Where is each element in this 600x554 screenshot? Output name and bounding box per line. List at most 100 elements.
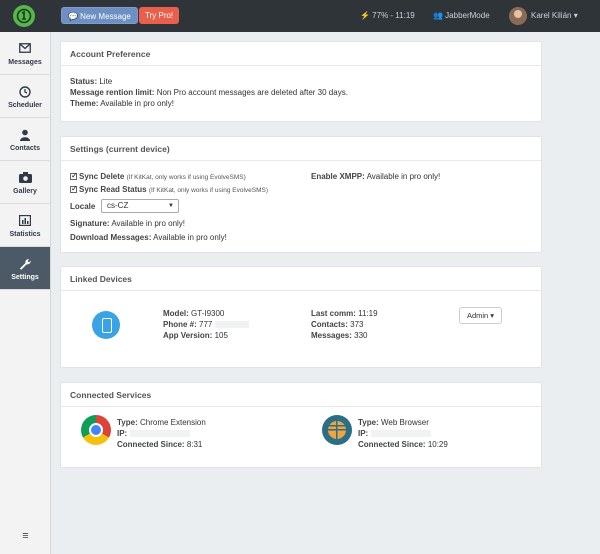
signature-label: Signature: (70, 219, 110, 228)
caret-down-icon: ▼ (168, 203, 174, 209)
last-comm-row: Last comm: 11:19 (311, 308, 378, 319)
top-bar: 💬 New Message Try Pro! ⚡ 77% - 11:19 👥 J… (0, 0, 600, 32)
user-icon (0, 129, 50, 142)
contacts-row: Contacts: 373 (311, 319, 363, 330)
retention-value: Non Pro account messages are deleted aft… (156, 88, 348, 97)
signature-value: Available in pro only! (111, 219, 186, 228)
envelope-icon (0, 43, 50, 56)
sync-delete-checkbox[interactable] (70, 170, 78, 181)
sidebar-item-label: Contacts (10, 145, 40, 152)
avatar[interactable] (509, 7, 527, 25)
redacted-area (371, 430, 432, 437)
logo-icon (16, 8, 32, 24)
sidebar-item-statistics[interactable]: Statistics (0, 204, 50, 247)
wrench-icon (0, 258, 50, 271)
sidebar-item-contacts[interactable]: Contacts (0, 118, 50, 161)
service-since-label: Connected Since: (358, 440, 426, 449)
sync-read-label: Sync Read Status (79, 185, 147, 194)
service-type-label: Type: (358, 418, 379, 427)
status-row: Status: Lite (70, 76, 112, 87)
sync-read-checkbox[interactable] (70, 183, 78, 194)
camera-icon (0, 172, 50, 185)
sidebar-item-scheduler[interactable]: Scheduler (0, 75, 50, 118)
linked-devices-panel: Linked Devices Model: GT-I9300 Phone #: … (60, 266, 542, 368)
phone-row: Phone #: 777 (163, 319, 250, 330)
settings-panel: Settings (current device) Sync Delete (I… (60, 136, 542, 253)
model-value: GT-I9300 (191, 309, 225, 318)
sync-delete-label: Sync Delete (79, 172, 125, 181)
mode-toggle[interactable]: 👥 JabberMode (433, 11, 490, 21)
sync-read-note: (If KitKat, only works if using EvolveSM… (148, 187, 269, 194)
service-1-ip-row: IP: (117, 428, 191, 439)
service-type-value: Web Browser (380, 418, 429, 427)
sidebar: Messages Scheduler Contacts Gallery Stat… (0, 32, 51, 554)
signature-row: Signature: Available in pro only! (70, 218, 185, 229)
service-1-since-row: Connected Since: 8:31 (117, 439, 202, 450)
download-label: Download Messages: (70, 233, 152, 242)
messages-label: Messages: (311, 331, 352, 340)
last-comm-value: 11:19 (358, 309, 378, 318)
panel-title: Account Preference (61, 42, 541, 66)
panel-title: Connected Services (61, 383, 541, 407)
sidebar-item-label: Statistics (9, 231, 41, 238)
globe-icon (322, 415, 352, 445)
admin-dropdown-button[interactable]: Admin ▾ (459, 307, 502, 324)
panel-title: Linked Devices (61, 267, 541, 291)
clock-icon (0, 86, 50, 99)
last-comm-label: Last comm: (311, 309, 356, 318)
messages-value: 330 (354, 331, 368, 340)
service-type-value: Chrome Extension (139, 418, 206, 427)
app-version-row: App Version: 105 (163, 330, 228, 341)
phone-label: Phone #: (163, 320, 197, 329)
service-ip-label: IP: (117, 429, 128, 438)
locale-label-text: Locale (70, 202, 96, 211)
model-row: Model: GT-I9300 (163, 308, 224, 319)
sidebar-item-messages[interactable]: Messages (0, 32, 50, 75)
connected-services-panel: Connected Services Type: Chrome Extensio… (60, 382, 542, 468)
locale-value: cs-CZ (107, 201, 129, 210)
app-version-label: App Version: (163, 331, 213, 340)
menu-toggle-icon[interactable]: ≡ (0, 530, 51, 542)
theme-value: Available in pro only! (100, 99, 174, 108)
service-2-ip-row: IP: (358, 428, 432, 439)
user-menu[interactable]: Karel Kilián ▾ (531, 11, 578, 21)
theme-label: Theme: (70, 99, 99, 108)
locale-select[interactable]: cs-CZ ▼ (101, 199, 179, 213)
sidebar-item-label: Scheduler (8, 102, 42, 109)
messages-row: Messages: 330 (311, 330, 368, 341)
chart-icon (0, 215, 50, 228)
status-label: Status: (70, 77, 98, 86)
service-ip-label: IP: (358, 429, 369, 438)
sidebar-item-label: Messages (8, 59, 42, 66)
app-version-value: 105 (214, 331, 228, 340)
sidebar-item-settings[interactable]: Settings (0, 247, 50, 290)
new-message-button[interactable]: 💬 New Message (61, 7, 138, 24)
xmpp-value: Available in pro only! (366, 172, 441, 181)
locale-label: Locale (70, 201, 95, 212)
sidebar-item-label: Gallery (13, 188, 37, 195)
download-row: Download Messages: Available in pro only… (70, 232, 227, 243)
service-since-value: 10:29 (427, 440, 448, 449)
sidebar-item-gallery[interactable]: Gallery (0, 161, 50, 204)
contacts-value: 373 (350, 320, 364, 329)
service-since-value: 8:31 (186, 440, 203, 449)
contacts-label: Contacts: (311, 320, 348, 329)
try-pro-button[interactable]: Try Pro! (139, 7, 180, 24)
status-value: Lite (99, 77, 113, 86)
sidebar-item-label: Settings (11, 274, 39, 281)
download-value: Available in pro only! (153, 233, 227, 242)
service-type-label: Type: (117, 418, 138, 427)
xmpp-row: Enable XMPP: Available in pro only! (311, 171, 440, 182)
phone-value: 777 (199, 320, 213, 329)
battery-status: ⚡ 77% - 11:19 (360, 11, 415, 20)
sync-delete-note: (If KitKat, only works if using EvolveSM… (126, 174, 246, 181)
phone-icon (92, 311, 120, 339)
redacted-area (130, 430, 191, 437)
retention-row: Message rention limit: Non Pro account m… (70, 87, 348, 98)
retention-label: Message rention limit: (70, 88, 155, 97)
model-label: Model: (163, 309, 189, 318)
service-since-label: Connected Since: (117, 440, 185, 449)
sync-delete-row: Sync Delete (If KitKat, only works if us… (70, 170, 246, 183)
app-logo[interactable] (13, 5, 35, 27)
panel-title: Settings (current device) (61, 137, 541, 161)
